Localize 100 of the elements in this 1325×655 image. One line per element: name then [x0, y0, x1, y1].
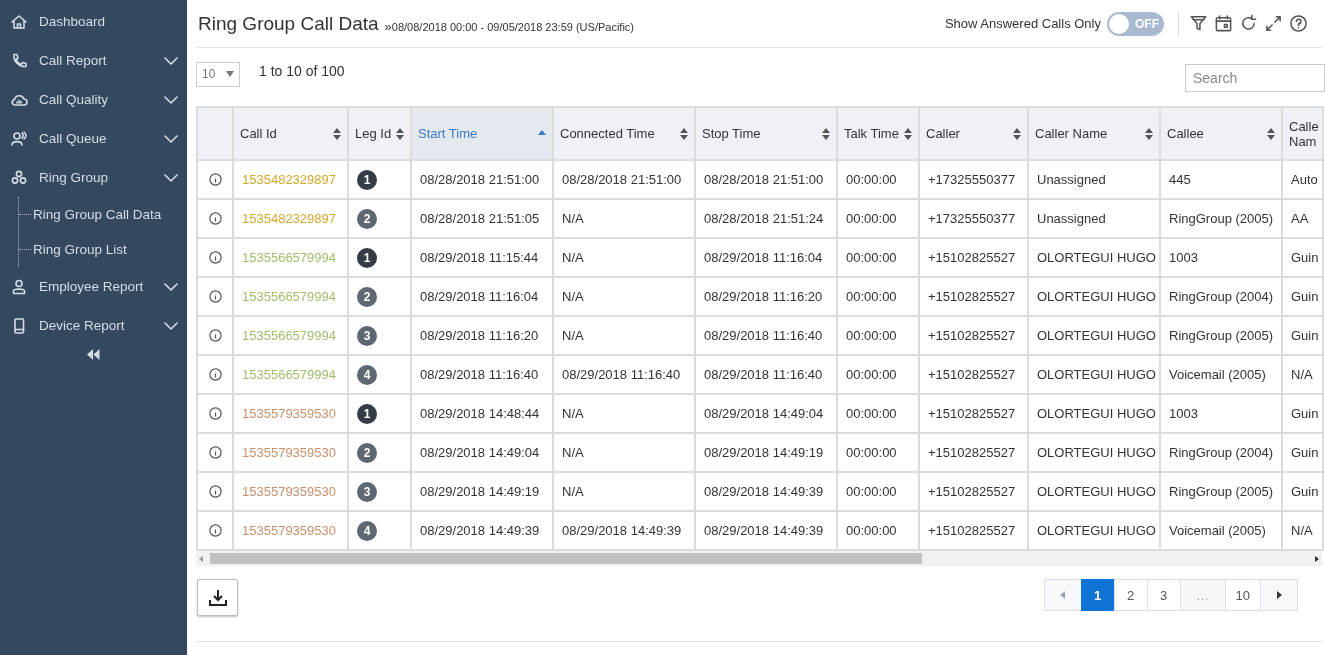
person-icon [10, 277, 28, 296]
table-cell: RingGroup (2005) [1160, 316, 1282, 355]
leg-id-badge: 3 [357, 325, 377, 346]
table-cell: 08/29/2018 14:49:04 [411, 433, 553, 472]
sidebar-subitem[interactable]: Ring Group Call Data [33, 207, 162, 222]
table-cell: Guin [1282, 394, 1323, 433]
column-header[interactable]: Stop Time [695, 107, 837, 160]
table-cell: OLORTEGUI HUGO [1028, 472, 1160, 511]
info-icon[interactable] [208, 173, 222, 186]
filter-icon[interactable] [1189, 14, 1208, 33]
table-cell: 08/28/2018 21:51:00 [695, 160, 837, 199]
info-icon[interactable] [208, 407, 222, 420]
info-icon[interactable] [208, 446, 222, 459]
table-cell: 445 [1160, 160, 1282, 199]
column-header[interactable]: Caller [919, 107, 1028, 160]
sort-icon [680, 127, 688, 140]
table-cell: 08/29/2018 11:16:40 [411, 355, 553, 394]
home-icon [10, 12, 28, 31]
table-cell: 00:00:00 [837, 394, 919, 433]
table-cell: N/A [553, 316, 695, 355]
table-cell: 08/29/2018 11:16:04 [695, 238, 837, 277]
sidebar-item[interactable]: Call Queue [0, 119, 187, 158]
table-cell: 00:00:00 [837, 472, 919, 511]
table-cell: 00:00:00 [837, 316, 919, 355]
table-cell: 08/28/2018 21:51:00 [411, 160, 553, 199]
horizontal-scrollbar[interactable] [196, 551, 1322, 566]
column-header[interactable]: Caller Name [1028, 107, 1160, 160]
double-chevron-left-icon[interactable] [87, 349, 100, 360]
record-count: 1 to 10 of 100 [259, 63, 345, 79]
table-cell: 08/28/2018 21:51:05 [411, 199, 553, 238]
table-cell: +15102825527 [919, 433, 1028, 472]
info-icon[interactable] [208, 368, 222, 381]
table-cell: 00:00:00 [837, 238, 919, 277]
leg-id-badge: 4 [357, 520, 377, 541]
table-cell: +15102825527 [919, 238, 1028, 277]
call-id-cell: 1535566579994 [233, 355, 348, 394]
page-title: Ring Group Call Data [198, 12, 379, 35]
sidebar-item[interactable]: Device Report [0, 306, 187, 345]
info-icon[interactable] [208, 485, 222, 498]
table-cell: 08/29/2018 14:49:04 [695, 394, 837, 433]
table-cell: N/A [553, 238, 695, 277]
table-cell: +15102825527 [919, 472, 1028, 511]
leg-id-badge: 2 [357, 286, 377, 307]
table-cell: Unassigned [1028, 199, 1160, 238]
page-button: … [1179, 579, 1226, 611]
call-id-cell: 1535566579994 [233, 316, 348, 355]
download-icon [207, 588, 228, 607]
leg-id-badge: 2 [357, 442, 377, 463]
sidebar-item[interactable]: Call Report [0, 41, 187, 80]
help-icon[interactable] [1289, 14, 1308, 33]
sort-icon [1013, 127, 1021, 140]
download-button[interactable] [197, 579, 238, 616]
table-cell: +15102825527 [919, 355, 1028, 394]
expand-icon[interactable] [1264, 14, 1283, 33]
column-header[interactable]: Start Time [411, 107, 553, 160]
date-range: »08/08/2018 00:00 - 09/05/2018 23:59 (US/Pacific) [384, 18, 634, 34]
table-cell: 00:00:00 [837, 160, 919, 199]
table-cell: 00:00:00 [837, 355, 919, 394]
info-icon[interactable] [208, 524, 222, 537]
leg-id-badge: 1 [357, 403, 377, 424]
page-button[interactable]: 1 [1080, 579, 1115, 611]
column-header[interactable]: Connected Time [553, 107, 695, 160]
calendar-icon[interactable] [1214, 14, 1233, 33]
scroll-right-icon[interactable] [1315, 555, 1319, 562]
sidebar-item[interactable]: Employee Report [0, 267, 187, 306]
table-cell: 00:00:00 [837, 277, 919, 316]
table-cell: N/A [553, 199, 695, 238]
sidebar-item[interactable]: Call Quality [0, 80, 187, 119]
table-cell: 1003 [1160, 238, 1282, 277]
info-icon[interactable] [208, 251, 222, 264]
column-header[interactable]: Callee [1160, 107, 1282, 160]
leg-id-badge: 4 [357, 364, 377, 385]
leg-id-badge: 3 [357, 481, 377, 502]
column-header[interactable]: Leg Id [348, 107, 411, 160]
info-icon[interactable] [208, 329, 222, 342]
page-button[interactable]: 2 [1113, 579, 1148, 611]
column-header[interactable]: Call Id [233, 107, 348, 160]
sidebar-item[interactable]: Ring Group [0, 158, 187, 197]
table-cell: 08/29/2018 11:16:04 [411, 277, 553, 316]
column-header: Calle Nam [1282, 107, 1323, 160]
people-icon [10, 129, 28, 148]
table-cell: OLORTEGUI HUGO [1028, 394, 1160, 433]
table-cell: 08/29/2018 11:15:44 [411, 238, 553, 277]
page-size-select[interactable]: 10 [196, 61, 240, 87]
refresh-icon[interactable] [1239, 14, 1258, 33]
call-id-cell: 1535579359530 [233, 433, 348, 472]
table-cell: +15102825527 [919, 316, 1028, 355]
info-icon[interactable] [208, 290, 222, 303]
sidebar-item[interactable]: Dashboard [0, 2, 187, 41]
search-field[interactable]: Search [1185, 63, 1325, 92]
sidebar-subitem[interactable]: Ring Group List [33, 242, 127, 257]
table-cell: 08/29/2018 14:48:44 [411, 394, 553, 433]
previous-page-button[interactable] [1043, 579, 1082, 611]
dropdown-caret-icon [226, 71, 234, 77]
table-cell: Unassigned [1028, 160, 1160, 199]
page-button[interactable]: 3 [1146, 579, 1181, 611]
info-icon[interactable] [208, 212, 222, 225]
column-header[interactable]: Talk Time [837, 107, 919, 160]
table-cell: N/A [553, 433, 695, 472]
table-cell: N/A [1282, 355, 1323, 394]
